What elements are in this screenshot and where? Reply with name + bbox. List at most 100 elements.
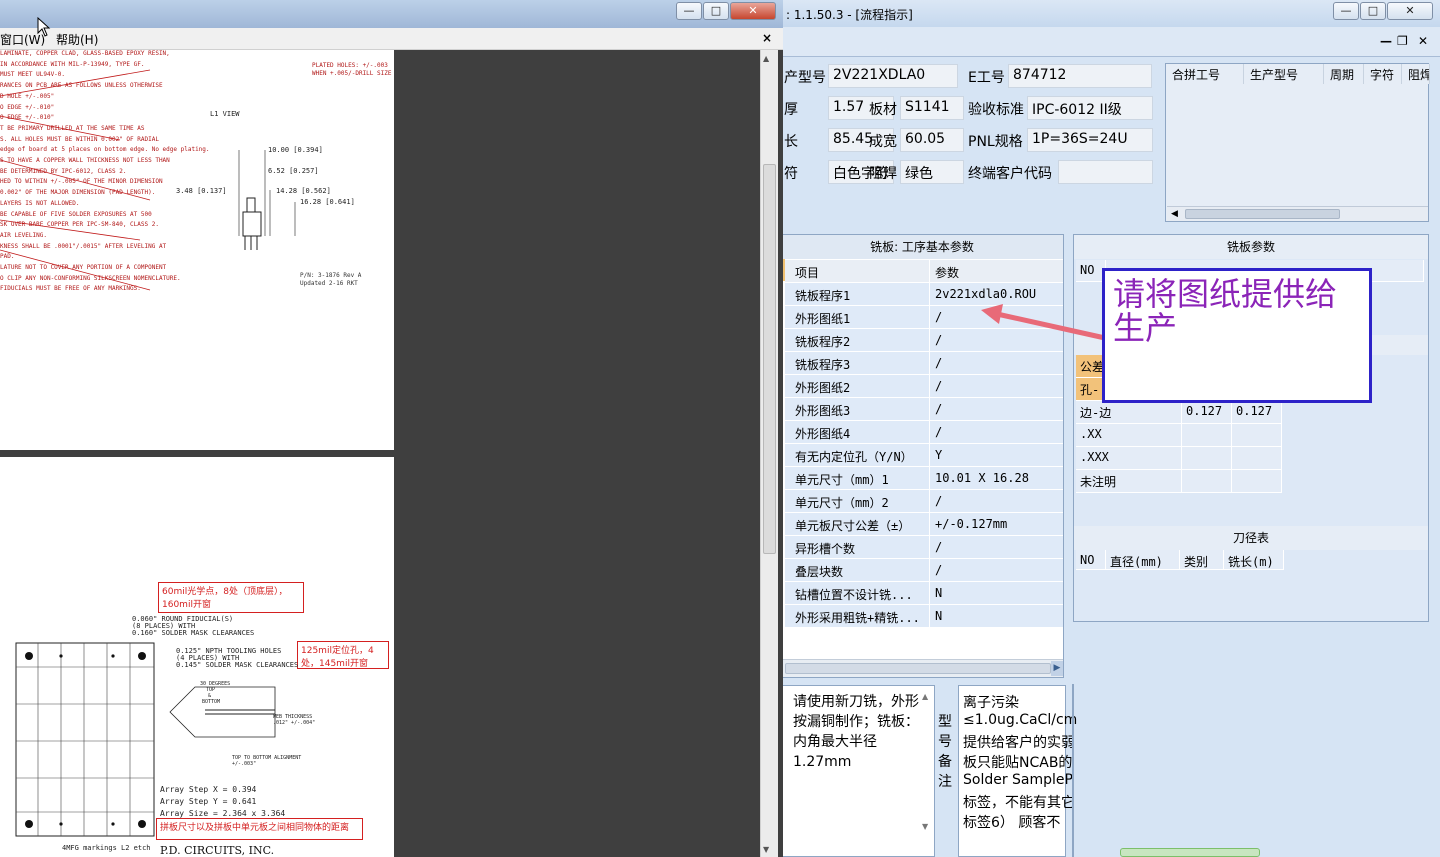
plate-col-header[interactable]: 合拼工号 bbox=[1166, 64, 1244, 84]
tolerance-value-cell[interactable]: 0.127 bbox=[1232, 401, 1282, 424]
tolerance-label-cell[interactable]: .XX bbox=[1076, 424, 1182, 447]
mill-table-row[interactable]: 外形图纸2 / bbox=[785, 375, 1063, 398]
maximize-button[interactable]: □ bbox=[1360, 2, 1386, 20]
pdf-page-2[interactable]: 60mil光学点，8处（顶底层），160mil开窗 125mil定位孔，4处，1… bbox=[0, 457, 394, 857]
tolerance-value-cell[interactable] bbox=[1232, 424, 1282, 447]
mill-param-cell[interactable]: / bbox=[935, 540, 942, 554]
tolerance-value-cell[interactable] bbox=[1182, 470, 1232, 493]
material-field[interactable]: S1141 bbox=[900, 96, 964, 120]
mill-item-cell[interactable]: 外形图纸1 bbox=[795, 310, 850, 327]
cust-code-field[interactable] bbox=[1058, 160, 1153, 184]
mill-table-row[interactable]: 外形图纸3 / bbox=[785, 398, 1063, 421]
mill-item-cell[interactable]: 单元尺寸（mm）2 bbox=[795, 494, 889, 511]
mill-item-cell[interactable]: 铣板程序1 bbox=[795, 287, 850, 304]
combined-plate-grid[interactable]: 合拼工号 生产型号 周期 字符 阻焊 ◀ bbox=[1165, 63, 1430, 222]
pnl-field[interactable]: 1P=36S=24U bbox=[1027, 128, 1153, 152]
knife-length-header[interactable]: 铣长(m) bbox=[1224, 550, 1284, 570]
scroll-down-icon[interactable]: ▼ bbox=[922, 822, 928, 831]
mdi-restore-icon[interactable]: ❐ bbox=[1397, 34, 1408, 48]
mill-param-cell[interactable]: N bbox=[935, 586, 942, 600]
mill-table-row[interactable]: 外形图纸4 / bbox=[785, 421, 1063, 444]
mill-item-cell[interactable]: 钻槽位置不设计铣... bbox=[795, 586, 913, 603]
mill-table-row[interactable]: 单元尺寸（mm）1 10.01 X 16.28 bbox=[785, 467, 1063, 490]
mill-table-row[interactable]: 异形槽个数 / bbox=[785, 536, 1063, 559]
knife-diameter-header[interactable]: 直径(mm) bbox=[1106, 550, 1180, 570]
scroll-thumb[interactable] bbox=[785, 663, 1051, 674]
tolerance-label-cell[interactable]: 边-边 bbox=[1076, 401, 1182, 424]
menu-help[interactable]: 帮助(H) bbox=[56, 31, 98, 48]
scroll-up-icon[interactable]: ▲ bbox=[763, 54, 769, 63]
mdi-close-icon[interactable]: ✕ bbox=[1418, 34, 1428, 48]
plate-col-header[interactable]: 字符 bbox=[1364, 64, 1402, 84]
pdf-maximize-button[interactable]: □ bbox=[703, 2, 729, 20]
plate-hscrollbar[interactable]: ◀ bbox=[1167, 206, 1428, 221]
mill-item-cell[interactable]: 单元尺寸（mm）1 bbox=[795, 471, 889, 488]
mill-param-cell[interactable]: +/-0.127mm bbox=[935, 517, 1007, 531]
mill-table-row[interactable]: 钻槽位置不设计铣... N bbox=[785, 582, 1063, 605]
mill-item-cell[interactable]: 外形图纸3 bbox=[795, 402, 850, 419]
mill-table-row[interactable]: 叠层块数 / bbox=[785, 559, 1063, 582]
mill-param-cell[interactable]: / bbox=[935, 494, 942, 508]
mill-table-row[interactable]: 铣板程序3 / bbox=[785, 352, 1063, 375]
pdf-page-1[interactable]: LAMINATE, COPPER CLAD, GLASS-BASED EPOXY… bbox=[0, 50, 394, 450]
mill-table-row[interactable]: 有无内定位孔（Y/N） Y bbox=[785, 444, 1063, 467]
close-button[interactable]: ✕ bbox=[1387, 2, 1433, 20]
plate-col-header[interactable]: 周期 bbox=[1324, 64, 1364, 84]
col-param-header[interactable]: 参数 bbox=[935, 264, 959, 281]
mill-param-cell[interactable]: Y bbox=[935, 448, 942, 462]
mill-table-row[interactable]: 单元尺寸（mm）2 / bbox=[785, 490, 1063, 513]
tolerance-value-cell[interactable] bbox=[1182, 447, 1232, 470]
mill-param-cell[interactable]: / bbox=[935, 356, 942, 370]
mill-param-cell[interactable]: 2v221xdla0.ROU bbox=[935, 287, 1036, 301]
scroll-up-icon[interactable]: ▲ bbox=[922, 692, 928, 701]
mill-item-cell[interactable]: 单元板尺寸公差（±） bbox=[795, 517, 910, 534]
mill-param-cell[interactable]: / bbox=[935, 333, 942, 347]
mill-hscrollbar[interactable]: ▶ bbox=[781, 659, 1063, 677]
mill-param-cell[interactable]: / bbox=[935, 425, 942, 439]
tolerance-value-cell[interactable] bbox=[1232, 447, 1282, 470]
product-no-field[interactable]: 2V221XDLA0 bbox=[828, 64, 958, 88]
doc-close-icon[interactable]: × bbox=[762, 31, 772, 45]
taskbar-tray[interactable] bbox=[1120, 848, 1260, 857]
tolerance-label-cell[interactable]: .XXX bbox=[1076, 447, 1182, 470]
knife-type-header[interactable]: 类别 bbox=[1180, 550, 1224, 570]
minimize-button[interactable]: — bbox=[1333, 2, 1359, 20]
plate-col-header[interactable]: 生产型号 bbox=[1244, 64, 1324, 84]
mill-param-cell[interactable]: / bbox=[935, 379, 942, 393]
plate-col-header[interactable]: 阻焊 bbox=[1402, 64, 1430, 84]
pdf-vscrollbar[interactable]: ▲ ▼ bbox=[760, 50, 778, 857]
mill-param-cell[interactable]: / bbox=[935, 402, 942, 416]
mill-table-row[interactable]: 单元板尺寸公差（±） +/-0.127mm bbox=[785, 513, 1063, 536]
finish-width-field[interactable]: 60.05 bbox=[900, 128, 964, 152]
mill-param-cell[interactable]: N bbox=[935, 609, 942, 623]
tolerance-value-cell[interactable]: 0.127 bbox=[1182, 401, 1232, 424]
mill-item-cell[interactable]: 有无内定位孔（Y/N） bbox=[795, 448, 913, 465]
mill-item-cell[interactable]: 外形采用粗铣+精铣... bbox=[795, 609, 920, 626]
tolerance-value-cell[interactable] bbox=[1182, 424, 1232, 447]
mill-item-cell[interactable]: 叠层块数 bbox=[795, 563, 843, 580]
mill-param-cell[interactable]: / bbox=[935, 563, 942, 577]
process-note-box[interactable]: 请使用新刀铣，外形按漏铜制作；铣板：内角最大半径1.27mm bbox=[780, 685, 935, 857]
scroll-left-icon[interactable]: ◀ bbox=[1171, 209, 1178, 219]
mill-param-cell[interactable]: 10.01 X 16.28 bbox=[935, 471, 1029, 485]
mill-item-cell[interactable]: 外形图纸4 bbox=[795, 425, 850, 442]
mill-param-cell[interactable]: / bbox=[935, 310, 942, 324]
e-no-field[interactable]: 874712 bbox=[1008, 64, 1152, 88]
mdi-minimize-icon[interactable]: — bbox=[1380, 34, 1392, 48]
mill-table-row[interactable]: 外形采用粗铣+精铣... N bbox=[785, 605, 1063, 628]
scroll-thumb[interactable] bbox=[763, 164, 776, 554]
scroll-thumb[interactable] bbox=[1185, 209, 1340, 219]
mill-item-cell[interactable]: 铣板程序3 bbox=[795, 356, 850, 373]
mask-field[interactable]: 绿色 bbox=[900, 160, 964, 184]
mill-item-cell[interactable]: 铣板程序2 bbox=[795, 333, 850, 350]
accept-standard-field[interactable]: IPC-6012 II级 bbox=[1027, 96, 1153, 120]
scroll-down-icon[interactable]: ▼ bbox=[763, 845, 769, 854]
tolerance-value-cell[interactable] bbox=[1232, 470, 1282, 493]
knife-no-header[interactable]: NO bbox=[1076, 550, 1106, 570]
mill-item-cell[interactable]: 异形槽个数 bbox=[795, 540, 855, 557]
mill-item-cell[interactable]: 外形图纸2 bbox=[795, 379, 850, 396]
tolerance-label-cell[interactable]: 未注明 bbox=[1076, 470, 1182, 493]
pdf-close-button[interactable]: ✕ bbox=[730, 2, 776, 20]
model-remark-box[interactable]: 离子污染 ≤1.0ug.CaCl/cm 提供给客户的实弱 板只能贴NCAB的 Solde… bbox=[958, 685, 1077, 857]
scroll-right-icon[interactable]: ▶ bbox=[1051, 661, 1063, 676]
